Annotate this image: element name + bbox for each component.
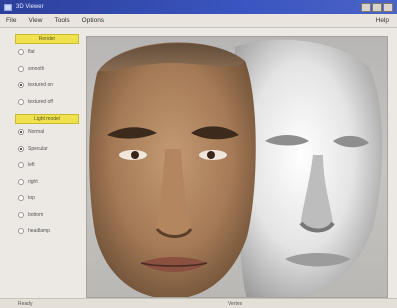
status-bar: Ready Vertex xyxy=(0,298,397,308)
option-textured-on[interactable]: textured on xyxy=(12,77,82,94)
menu-help[interactable]: Help xyxy=(376,17,389,24)
radio-button[interactable] xyxy=(18,211,24,218)
option-label: flat xyxy=(28,49,35,56)
option-label: right xyxy=(28,178,38,185)
option-smooth[interactable]: smooth xyxy=(12,61,82,78)
face-render xyxy=(89,39,383,297)
option-label: headlamp xyxy=(28,228,50,235)
radio-button[interactable] xyxy=(18,65,24,72)
option-left[interactable]: left xyxy=(12,157,82,174)
menu-bar: File View Tools Options Help xyxy=(0,14,397,28)
radio-button-checked[interactable] xyxy=(18,145,24,152)
radio-button[interactable] xyxy=(18,228,24,235)
minimize-button[interactable] xyxy=(361,2,371,12)
menu-options[interactable]: Options xyxy=(82,17,104,24)
status-text-right: Vertex xyxy=(228,300,243,307)
radio-button[interactable] xyxy=(18,49,24,56)
option-top[interactable]: top xyxy=(12,190,82,207)
app-icon xyxy=(4,3,12,11)
option-label: smooth xyxy=(28,65,45,72)
option-label: Specular xyxy=(28,145,48,152)
section-header-render: Render xyxy=(15,34,79,44)
option-specular[interactable]: Specular xyxy=(12,141,82,158)
option-label: bottom xyxy=(28,211,44,218)
option-bottom[interactable]: bottom xyxy=(12,207,82,224)
option-label: left xyxy=(28,162,35,169)
option-label: top xyxy=(28,195,35,202)
radio-button[interactable] xyxy=(18,162,24,169)
menu-file[interactable]: File xyxy=(6,17,16,24)
option-flat[interactable]: flat xyxy=(12,44,82,61)
title-bar: 3D Viewer xyxy=(0,0,397,14)
radio-button-checked[interactable] xyxy=(18,82,24,89)
radio-button[interactable] xyxy=(18,98,24,105)
option-label: textured off xyxy=(28,98,53,105)
radio-button[interactable] xyxy=(18,178,24,185)
section-header-light-model: Light model xyxy=(15,114,79,124)
textured-face xyxy=(89,42,256,297)
option-headlamp[interactable]: headlamp xyxy=(12,223,82,240)
close-button[interactable] xyxy=(383,2,393,12)
untextured-face xyxy=(235,39,383,297)
options-panel: Render flat smooth textured on textured … xyxy=(12,34,82,298)
option-label: Normal xyxy=(28,129,45,136)
menu-tools[interactable]: Tools xyxy=(54,17,69,24)
option-right[interactable]: right xyxy=(12,174,82,191)
window-title: 3D Viewer xyxy=(16,4,44,10)
option-normal[interactable]: Normal xyxy=(12,124,82,141)
option-label: textured on xyxy=(28,82,54,89)
3d-viewport[interactable] xyxy=(86,36,388,298)
menu-view[interactable]: View xyxy=(28,17,42,24)
radio-button[interactable] xyxy=(18,195,24,202)
maximize-button[interactable] xyxy=(372,2,382,12)
status-text-left: Ready xyxy=(18,300,33,307)
radio-button-checked[interactable] xyxy=(18,129,24,136)
option-textured-off[interactable]: textured off xyxy=(12,94,82,111)
